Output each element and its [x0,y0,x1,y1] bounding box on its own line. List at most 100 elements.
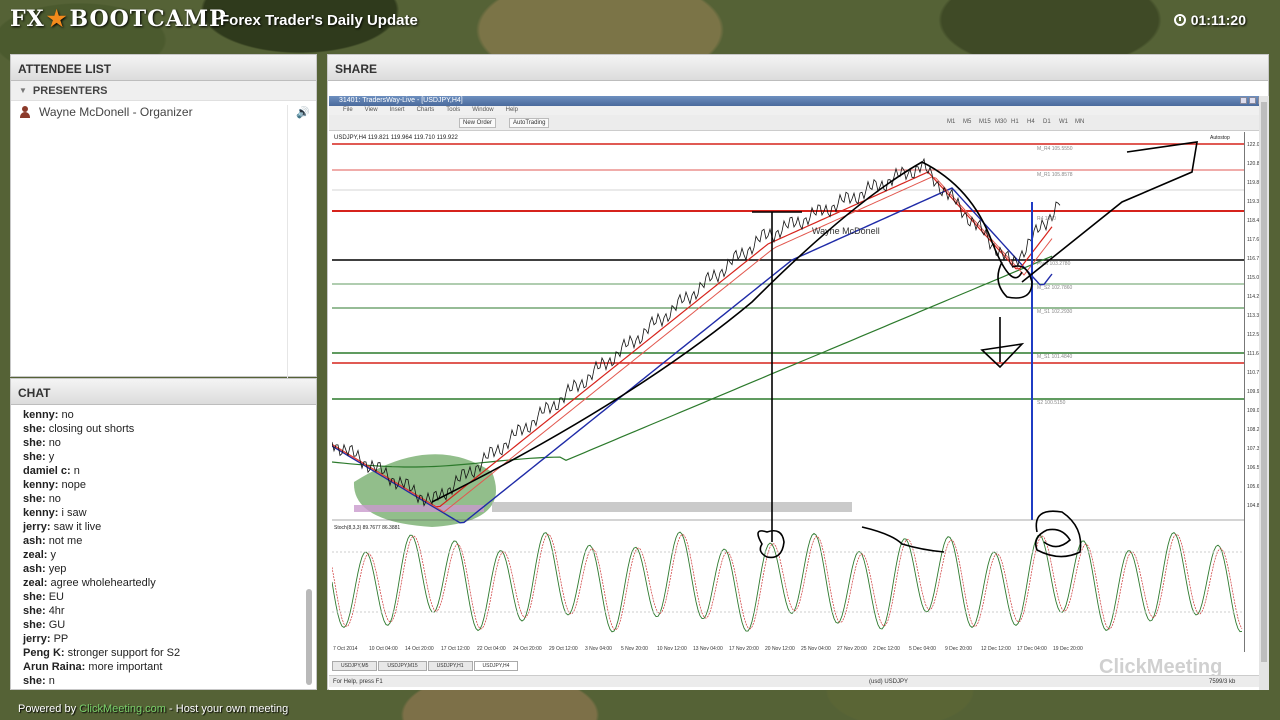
collapse-triangle-icon[interactable]: ▼ [19,86,27,95]
chat-message: zeal: y [23,548,304,562]
symbol-tab: USDJPY,M15 [378,661,427,671]
metatrader-menu-item: File [343,107,353,113]
chat-message: she: no [23,436,304,450]
chat-text: 4hr [48,605,65,617]
time-tick: 20 Nov 12:00 [765,646,795,652]
clickmeeting-link[interactable]: ClickMeeting.com [79,703,166,715]
metatrader-window-title: 31401: TradersWay-Live - [USDJPY,H4] [339,97,463,104]
chat-user: ash: [23,535,46,547]
chat-user: damiel c: [23,465,71,477]
chat-message: she: GU [23,618,304,632]
chat-user: she: [23,605,46,617]
chat-user: Arun Raina: [23,661,86,673]
chat-text: stronger support for S2 [67,647,181,659]
timeframe-button: M5 [963,119,972,125]
chat-text: no [61,409,74,421]
time-tick: 19 Dec 20:00 [1053,646,1083,652]
level-label: M_S1 101.4840 [1037,354,1073,360]
chat-panel: CHAT kenny: no she: closing out shorts she… [10,378,317,690]
attendee-scrollbar[interactable] [287,105,315,395]
attendee-row[interactable]: Wayne McDonell - Organizer 🔊 [11,101,316,123]
meeting-timer: 01:11:20 [1173,12,1246,28]
chat-message: she: no [23,492,304,506]
presenters-section[interactable]: ▼ PRESENTERS [11,81,316,101]
metatrader-menu-item: Help [505,107,518,113]
chat-message: she: 4hr [23,604,304,618]
chat-message: she: closing out shorts [23,422,304,436]
time-tick: 9 Dec 20:00 [945,646,972,652]
status-symbol: (usd) USDJPY [869,679,909,685]
chat-text: no [48,493,61,505]
chat-text: PP [53,633,69,645]
metatrader-menu-item: Insert [389,107,405,113]
autotrading-button: AutoTrading [509,118,550,128]
timeframe-button: M15 [979,119,991,125]
chat-user: Peng K: [23,647,65,659]
chat-user: jerry: [23,633,51,645]
chat-text: n [48,675,55,687]
chat-text: i saw [61,507,87,519]
metatrader-menu-item: Window [472,107,494,113]
chat-user: she: [23,493,46,505]
chat-message: ash: not me [23,534,304,548]
chat-message: she: y [23,450,304,464]
top-bar: FX ★ BOOTCAMP Forex Trader's Daily Updat… [0,0,1280,42]
level-label: M_R1 105.8578 [1037,172,1073,178]
chat-message: jerry: saw it live [23,520,304,534]
chat-text: n [73,465,80,477]
metatrader-menu-item: Charts [416,107,435,113]
chat-text: no [48,437,61,449]
time-tick: 13 Nov 04:00 [693,646,723,652]
metatrader-statusbar: For Help, press F1 (usd) USDJPY 7599/3 k… [329,675,1269,687]
status-help: For Help, press F1 [333,679,383,685]
chat-message: she: EU [23,590,304,604]
attendee-name: Wayne McDonell - Organizer [39,105,193,119]
clock-icon [1173,14,1186,26]
time-tick: 5 Dec 04:00 [909,646,936,652]
chat-user: kenny: [23,409,59,421]
chat-message: Arun Raina: more important [23,660,304,674]
symbol-tab: USDJPY,H1 [427,661,473,671]
metatrader-menu: File View Insert Charts Tools Window Help [329,106,1269,115]
chat-user: she: [23,619,46,631]
chat-scrollbar[interactable] [306,589,312,685]
time-tick: 25 Nov 04:00 [801,646,831,652]
chat-text: nope [61,479,87,491]
price-chart: USDJPY,H4 119.821 119.964 119.710 119.92… [332,132,1244,652]
chat-user: she: [23,675,46,687]
stoch-label: Stoch(8,3,3) 89.7677 86.3881 [334,525,400,531]
chat-messages: kenny: no she: closing out shorts she: no s… [11,405,316,691]
cursor-annotation: Wayne McDonell [812,226,880,236]
time-tick: 3 Nov 04:00 [585,646,612,652]
time-tick: 17 Dec 04:00 [1017,646,1047,652]
time-tick: 2 Dec 12:00 [873,646,900,652]
pink-highlight-band [354,505,484,512]
chat-text: GU [48,619,66,631]
level-label: M_S1 102.2930 [1037,309,1073,315]
timeframe-button: D1 [1043,119,1051,125]
level-label: R4 1860 [1037,216,1056,222]
powered-by: Powered by ClickMeeting.com - Host your … [18,703,288,715]
chat-text: closing out shorts [48,423,135,435]
new-order-button: New Order [459,118,497,128]
share-title: SHARE [328,55,1268,81]
attendee-list-title: ATTENDEE LIST [11,55,316,81]
metatrader-menu-item: Tools [446,107,461,113]
time-tick: 12 Dec 12:00 [981,646,1011,652]
chat-text: not me [48,535,83,547]
chat-message: she: n [23,674,304,688]
symbol-tabs: USDJPY,M5 USDJPY,M15 USDJPY,H1 USDJPY,H4 [332,661,519,671]
powered-prefix: Powered by [18,703,77,715]
time-tick: 17 Nov 20:00 [729,646,759,652]
chat-text: more important [88,661,163,673]
chat-user: kenny: [23,507,59,519]
chat-message: jerry: PP [23,632,304,646]
minimize-icon [1240,97,1247,104]
maximize-icon [1249,97,1256,104]
status-traffic: 7599/3 kb [1209,679,1236,685]
chat-text: y [50,549,57,561]
metatrader-menu-item: View [364,107,378,113]
time-tick: 24 Oct 20:00 [513,646,542,652]
share-scrollbar[interactable] [1259,96,1269,690]
chat-user: she: [23,423,46,435]
